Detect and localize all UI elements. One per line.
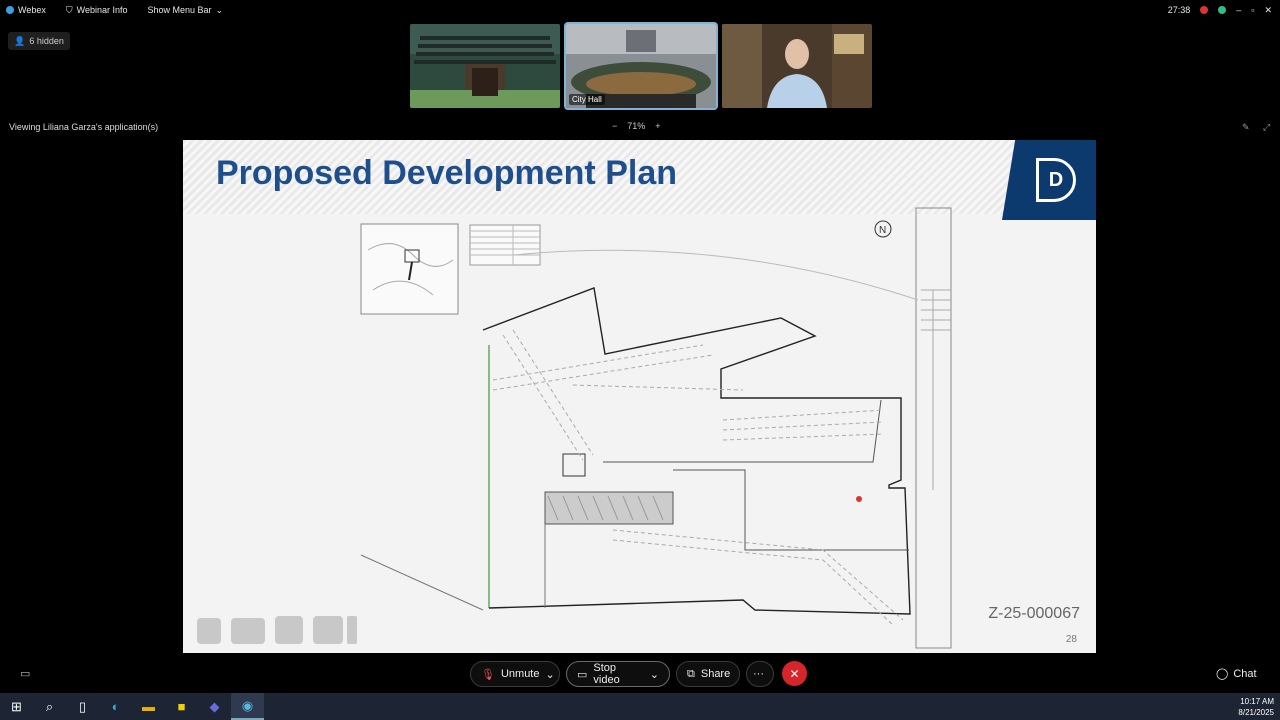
show-menu-bar-button[interactable]: Show Menu Bar ⌄ [148, 5, 224, 16]
webex-menu[interactable]: Webex [6, 5, 46, 15]
chevron-down-icon: ⌄ [215, 4, 224, 15]
maximize-icon[interactable]: ▫ [1251, 5, 1254, 15]
webex-logo-icon [6, 6, 14, 14]
share-button[interactable]: ⧉ Share [676, 661, 740, 687]
remote-participant-video-image [722, 24, 872, 108]
meeting-timer: 27:38 [1167, 5, 1191, 15]
minimize-icon[interactable]: – [1236, 5, 1241, 15]
shared-content-slide: Proposed Development Plan D N Z-25-00006… [183, 140, 1096, 653]
clock-time: 10:17 AM [1240, 697, 1274, 706]
chevron-down-icon[interactable]: ⌄ [546, 668, 555, 681]
hidden-count: 6 hidden [29, 36, 64, 46]
city-icons-watermark [197, 616, 357, 644]
chevron-down-icon[interactable]: ⌄ [650, 668, 659, 681]
webex-taskbar-icon[interactable]: ◉ [231, 693, 264, 720]
clock-date: 8/21/2025 [1238, 708, 1274, 717]
stop-video-label: Stop video [593, 662, 620, 686]
video-tile-chamber-podium[interactable] [410, 24, 560, 108]
edge-browser-icon[interactable]: ◐ [99, 693, 132, 720]
webinar-info-button[interactable]: ⛉ Webinar Info [66, 5, 128, 16]
meeting-controls: ▭ 🎙 Unmute ⌄ ▭ Stop video ⌄ ⧉ Share ··· … [0, 659, 1280, 689]
video-tile-remote-participant[interactable] [722, 24, 872, 108]
annotate-icon[interactable]: ✎ [1242, 122, 1250, 133]
chat-button[interactable]: ◯ Chat [1216, 667, 1257, 681]
chat-label: Chat [1233, 667, 1257, 680]
app-name: Webex [18, 5, 46, 15]
fullscreen-icon[interactable]: ⤢ [1263, 122, 1270, 133]
show-menu-bar-label: Show Menu Bar [147, 5, 212, 15]
title-bar: Webex ⛉ Webinar Info Show Menu Bar ⌄ 27:… [0, 0, 1280, 20]
file-explorer-icon[interactable]: ▬ [132, 693, 165, 720]
secure-icon [1218, 6, 1227, 14]
share-label: Share [700, 668, 731, 680]
system-clock: 10:17 AM 8/21/2025 [1238, 696, 1274, 718]
windows-start-icon[interactable]: ⊞ [0, 693, 33, 720]
hidden-participants-button[interactable]: 👤 6 hidden [8, 32, 70, 50]
site-plan-drawing: N [197, 207, 952, 649]
chat-bubble-icon: ◯ [1216, 668, 1229, 680]
mic-muted-icon: 🎙 [481, 668, 495, 681]
zoom-level: 71% [627, 121, 646, 131]
tile-caption: City Hall [569, 94, 605, 105]
north-arrow-label: N [879, 225, 886, 236]
windows-taskbar: ⊞ ⌕ ▯ ◐ ▬ ■ ◆ ◉ 10:17 AM 8/21/2025 [0, 693, 1280, 720]
webinar-info-label: Webinar Info [76, 5, 128, 15]
video-tile-city-hall[interactable]: City Hall [564, 22, 718, 110]
shield-icon: ⛉ [65, 4, 73, 15]
teams-icon[interactable]: ◆ [198, 693, 231, 720]
stop-video-button[interactable]: ▭ Stop video ⌄ [566, 661, 670, 687]
end-icon: ✕ [789, 666, 800, 681]
zoom-out-button[interactable]: − [612, 121, 617, 131]
zoom-in-button[interactable]: + [655, 121, 660, 131]
window-controls: 27:38 – ▫ ✕ [1168, 0, 1272, 20]
unmute-label: Unmute [500, 668, 540, 680]
more-options-button[interactable]: ··· [746, 661, 774, 687]
zoom-control: − 71% + [612, 121, 661, 131]
file-icon[interactable]: ▯ [66, 693, 99, 720]
person-icon: 👤 [14, 35, 26, 46]
slide-page-number: 28 [1065, 634, 1077, 645]
search-icon[interactable]: ⌕ [33, 693, 66, 720]
share-icon: ⧉ [687, 667, 695, 680]
close-icon[interactable]: ✕ [1264, 5, 1272, 16]
chamber-video-image [410, 24, 560, 108]
viewing-label: Viewing Liliana Garza's application(s) [9, 122, 159, 132]
more-icon: ··· [753, 668, 764, 680]
unmute-button[interactable]: 🎙 Unmute ⌄ [470, 661, 560, 687]
video-strip: City Hall [410, 22, 872, 110]
recording-icon [1200, 6, 1209, 14]
sticky-notes-icon[interactable]: ■ [165, 693, 198, 720]
captions-icon[interactable]: ▭ [20, 667, 30, 680]
case-number: Z-25-000067 [988, 605, 1080, 622]
camera-icon: ▭ [577, 668, 588, 681]
leave-meeting-button[interactable]: ✕ [782, 661, 807, 686]
